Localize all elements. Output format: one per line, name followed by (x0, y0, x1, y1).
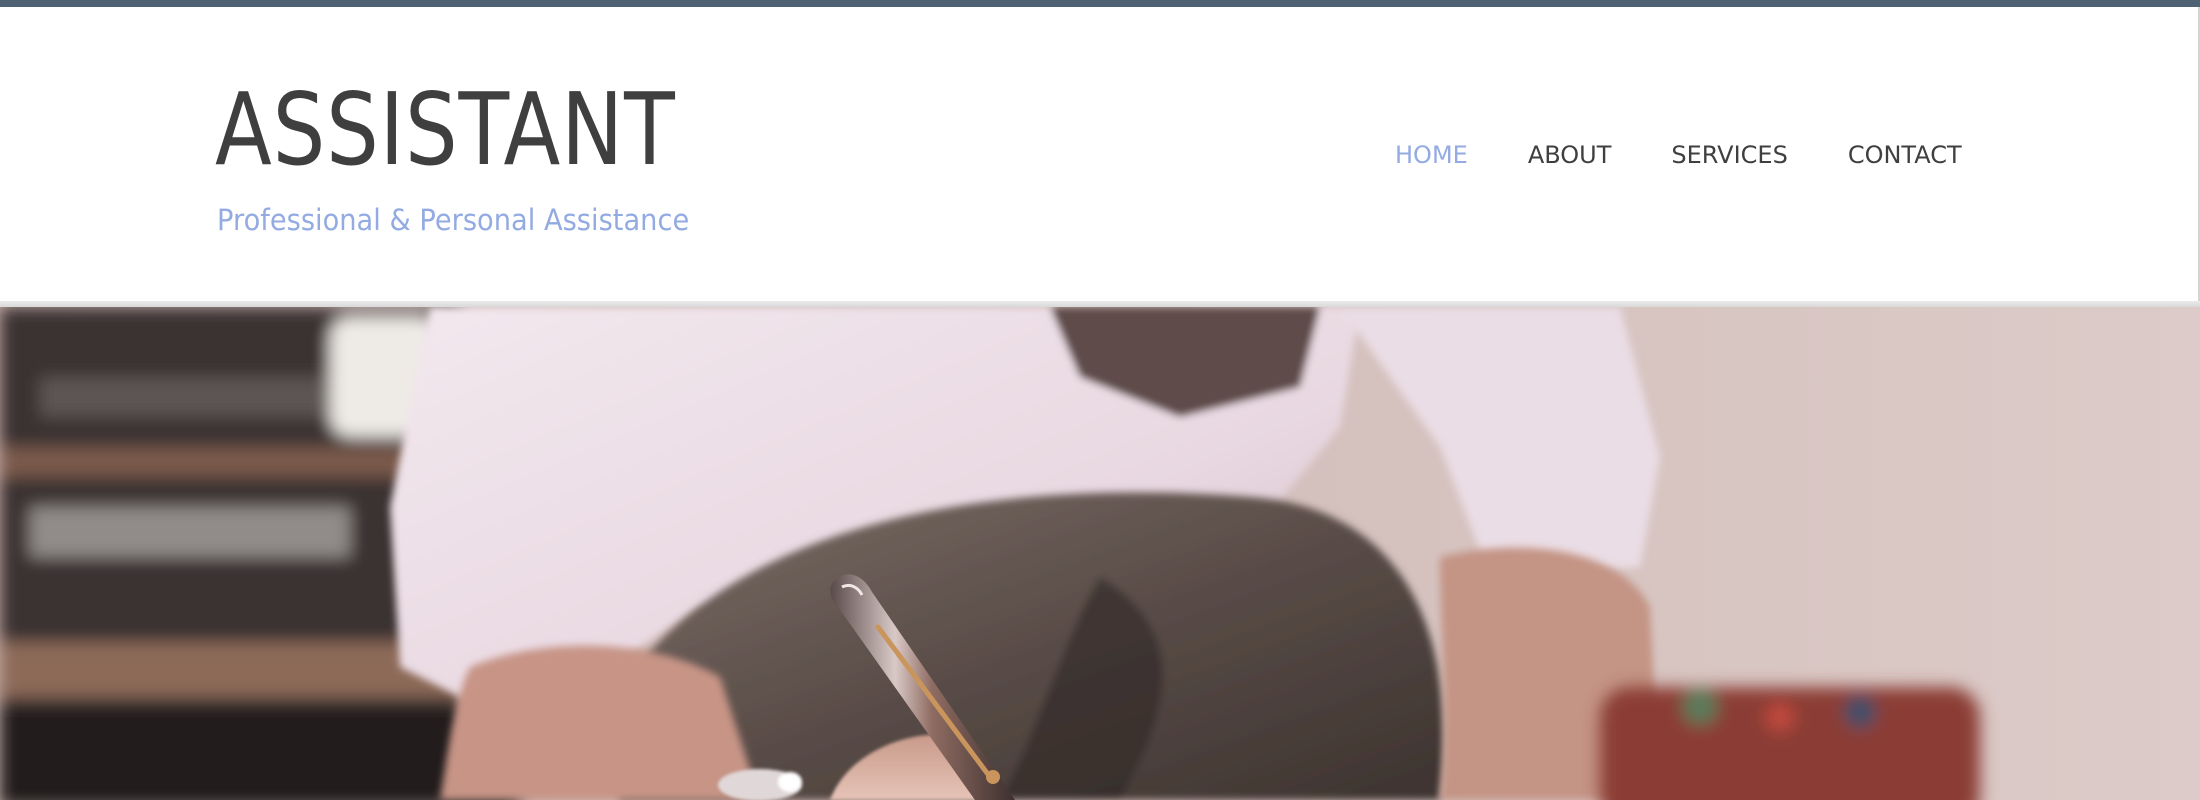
nav-item-contact[interactable]: CONTACT (1848, 135, 1962, 175)
main-nav: HOME ABOUT SERVICES CONTACT (1395, 135, 2022, 175)
hero-image (0, 307, 2200, 800)
hero-photo-illustration (0, 307, 2200, 800)
top-accent-bar (0, 0, 2200, 7)
nav-item-services[interactable]: SERVICES (1671, 135, 1787, 175)
nav-item-about[interactable]: ABOUT (1528, 135, 1612, 175)
site-title[interactable]: ASSISTANT (215, 75, 676, 185)
nav-item-home[interactable]: HOME (1395, 135, 1468, 175)
site-header: ASSISTANT Professional & Personal Assist… (0, 7, 2200, 304)
site-tagline: Professional & Personal Assistance (217, 203, 690, 237)
